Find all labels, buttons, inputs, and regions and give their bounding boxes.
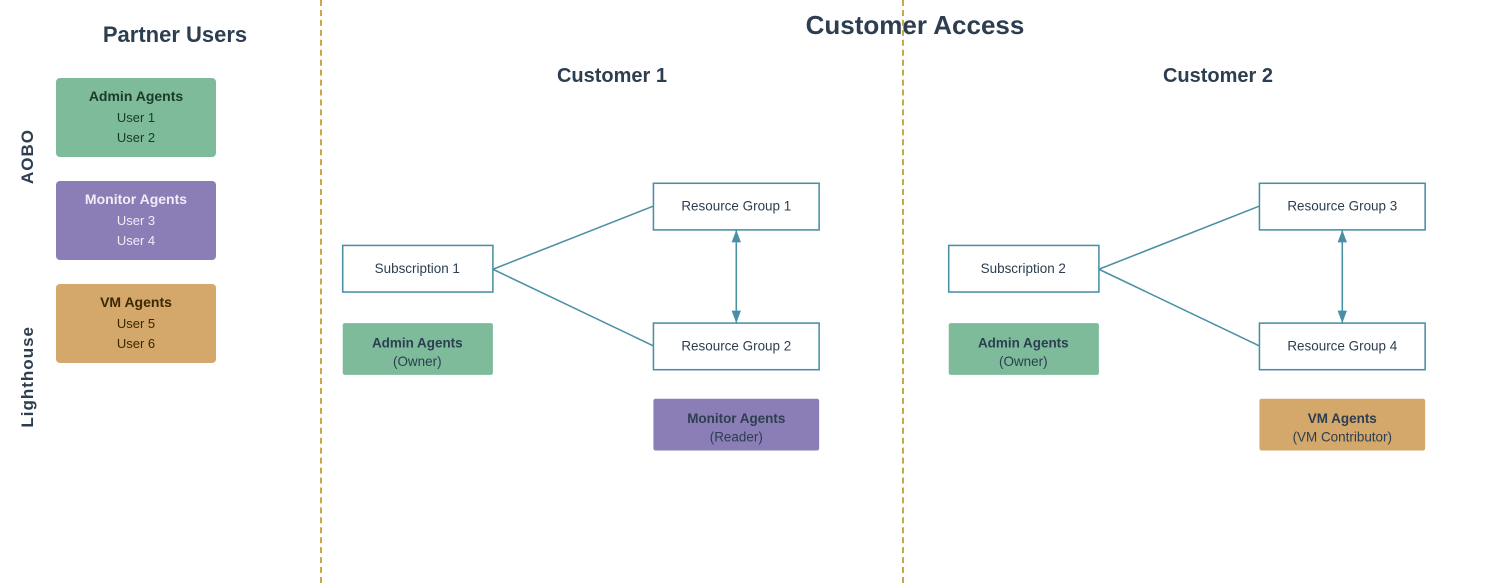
monitor-user-3: User 3 <box>76 211 196 231</box>
rg2-text: Resource Group 2 <box>681 338 791 353</box>
sub1-line1 <box>493 206 654 269</box>
vm-contrib-text1: VM Agents <box>1308 411 1377 426</box>
admin-user-1: User 1 <box>76 108 196 128</box>
customer-2-title: Customer 2 <box>928 55 1508 108</box>
left-panel: Partner Users AOBO Lighthouse Admin Agen… <box>0 0 320 583</box>
admin-agents-title: Admin Agents <box>76 88 196 104</box>
admin-owner2-text1: Admin Agents <box>978 335 1069 350</box>
divider-2 <box>902 0 904 583</box>
rg4-text: Resource Group 4 <box>1287 338 1397 353</box>
subscription-1-text: Subscription 1 <box>375 261 460 276</box>
vm-user-5: User 5 <box>76 314 196 334</box>
vm-agents-users: User 5 User 6 <box>76 314 196 353</box>
customer-1-title: Customer 1 <box>322 55 902 108</box>
boxes-column: Admin Agents User 1 User 2 Monitor Agent… <box>56 78 216 363</box>
monitor-agents-box: Monitor Agents User 3 User 4 <box>56 181 216 260</box>
customer-1-section: Customer 1 Subscription 1 Admin Agent <box>322 55 902 583</box>
rg3-text: Resource Group 3 <box>1287 199 1397 214</box>
monitor-reader-text1: Monitor Agents <box>687 411 785 426</box>
sub2-line2 <box>1099 269 1260 346</box>
partner-users-title: Partner Users <box>0 10 320 68</box>
monitor-agents-users: User 3 User 4 <box>76 211 196 250</box>
vm-agents-title: VM Agents <box>76 294 196 310</box>
vm-contrib-text2: (VM Contributor) <box>1293 430 1392 445</box>
monitor-user-4: User 4 <box>76 231 196 251</box>
admin-agents-users: User 1 User 2 <box>76 108 196 147</box>
vm-user-6: User 6 <box>76 334 196 354</box>
admin-owner-text2: (Owner) <box>393 354 442 369</box>
lighthouse-label: Lighthouse <box>18 326 38 428</box>
monitor-agents-title: Monitor Agents <box>76 191 196 207</box>
monitor-reader-text2: (Reader) <box>710 430 763 445</box>
admin-user-2: User 2 <box>76 128 196 148</box>
subscription-2-text: Subscription 2 <box>981 261 1066 276</box>
rg1-text: Resource Group 1 <box>681 199 791 214</box>
main-area: Customer Access Customer 1 Subscription … <box>322 0 1508 583</box>
customer-2-diagram: Subscription 2 Admin Agents (Owner) Reso… <box>928 115 1508 583</box>
admin-owner-text1: Admin Agents <box>372 335 463 350</box>
sub1-line2 <box>493 269 654 346</box>
sub2-line1 <box>1099 206 1260 269</box>
aobo-lighthouse-wrapper: AOBO Lighthouse Admin Agents User 1 User… <box>0 68 320 573</box>
aobo-label: AOBO <box>18 129 38 184</box>
diagram-container: Partner Users AOBO Lighthouse Admin Agen… <box>0 0 1508 583</box>
admin-owner2-text2: (Owner) <box>999 354 1048 369</box>
customer-1-diagram: Subscription 1 Admin Agents (Owner) Reso… <box>322 115 902 583</box>
customer-2-section: Customer 2 Subscription 2 Admin Agent <box>928 55 1508 583</box>
side-labels: AOBO Lighthouse <box>10 78 46 478</box>
customer-access-title: Customer Access <box>322 0 1508 41</box>
vm-agents-box: VM Agents User 5 User 6 <box>56 284 216 363</box>
admin-agents-box: Admin Agents User 1 User 2 <box>56 78 216 157</box>
